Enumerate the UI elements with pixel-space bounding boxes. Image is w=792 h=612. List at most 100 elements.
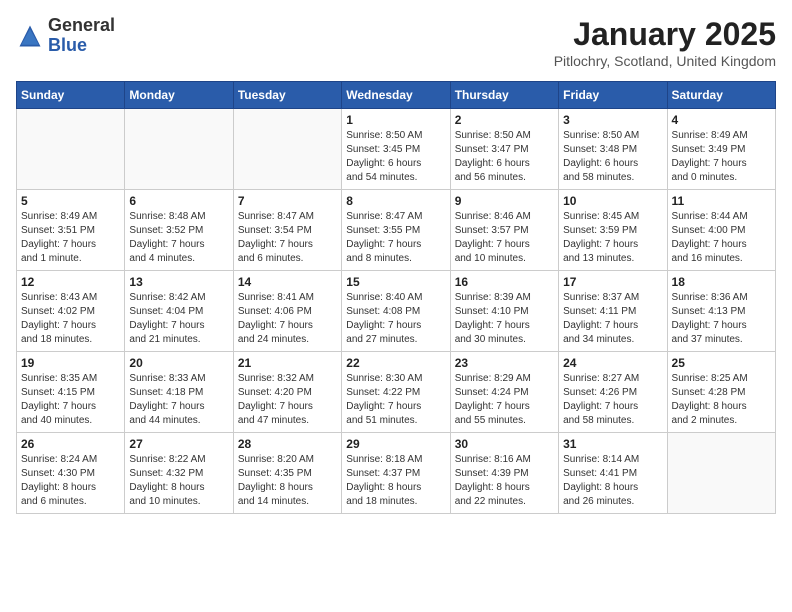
table-row: 14Sunrise: 8:41 AM Sunset: 4:06 PM Dayli… [233, 271, 341, 352]
location: Pitlochry, Scotland, United Kingdom [554, 53, 776, 69]
day-info: Sunrise: 8:46 AM Sunset: 3:57 PM Dayligh… [455, 210, 554, 266]
header-tuesday: Tuesday [233, 82, 341, 109]
table-row: 2 Sunrise: 8:50 AM Sunset: 3:47 PM Daylig… [450, 109, 558, 190]
header-saturday: Saturday [667, 82, 775, 109]
day-info: Sunrise: 8:18 AM Sunset: 4:37 PM Dayligh… [346, 453, 445, 509]
table-row [233, 109, 341, 190]
header-monday: Monday [125, 82, 233, 109]
day-info: Sunrise: 8:40 AM Sunset: 4:08 PM Dayligh… [346, 291, 445, 347]
table-row [17, 109, 125, 190]
table-row: 1 Sunrise: 8:50 AM Sunset: 3:45 PM Daylig… [342, 109, 450, 190]
day-info: Sunrise: 8:24 AM Sunset: 4:30 PM Dayligh… [21, 453, 120, 509]
table-row: 23 Sunrise: 8:29 AM Sunset: 4:24 PM Dayli… [450, 352, 558, 433]
logo-general-text: General [48, 15, 115, 35]
logo-text: General Blue [48, 16, 115, 56]
day-info: Sunrise: 8:37 AM Sunset: 4:11 PM Dayligh… [563, 291, 662, 347]
day-number: 28 [238, 437, 337, 451]
calendar-week-row: 1 Sunrise: 8:50 AM Sunset: 3:45 PM Daylig… [17, 109, 776, 190]
table-row: 6 Sunrise: 8:48 AM Sunset: 3:52 PM Daylig… [125, 190, 233, 271]
page-header: General Blue January 2025 Pitlochry, Sco… [16, 16, 776, 69]
day-number: 31 [563, 437, 662, 451]
day-number: 30 [455, 437, 554, 451]
day-info: Sunrise: 8:39 AM Sunset: 4:10 PM Dayligh… [455, 291, 554, 347]
day-number: 15 [346, 275, 445, 289]
table-row [125, 109, 233, 190]
day-info: Sunrise: 8:50 AM Sunset: 3:45 PM Dayligh… [346, 129, 445, 185]
day-number: 17 [563, 275, 662, 289]
day-number: 13 [129, 275, 228, 289]
day-number: 26 [21, 437, 120, 451]
title-area: January 2025 Pitlochry, Scotland, United… [554, 16, 776, 69]
weekday-header-row: Sunday Monday Tuesday Wednesday Thursday… [17, 82, 776, 109]
day-info: Sunrise: 8:32 AM Sunset: 4:20 PM Dayligh… [238, 372, 337, 428]
table-row: 15 Sunrise: 8:40 AM Sunset: 4:08 PM Dayli… [342, 271, 450, 352]
day-number: 24 [563, 356, 662, 370]
day-info: Sunrise: 8:42 AM Sunset: 4:04 PM Dayligh… [129, 291, 228, 347]
table-row: 22 Sunrise: 8:30 AM Sunset: 4:22 PM Dayli… [342, 352, 450, 433]
table-row: 3Sunrise: 8:50 AM Sunset: 3:48 PM Daylig… [559, 109, 667, 190]
table-row: 17 Sunrise: 8:37 AM Sunset: 4:11 PM Dayli… [559, 271, 667, 352]
table-row: 16Sunrise: 8:39 AM Sunset: 4:10 PM Dayli… [450, 271, 558, 352]
table-row: 27Sunrise: 8:22 AM Sunset: 4:32 PM Dayli… [125, 433, 233, 514]
table-row: 7 Sunrise: 8:47 AM Sunset: 3:54 PM Daylig… [233, 190, 341, 271]
table-row: 8Sunrise: 8:47 AM Sunset: 3:55 PM Daylig… [342, 190, 450, 271]
logo-icon [16, 22, 44, 50]
day-number: 1 [346, 113, 445, 127]
month-title: January 2025 [554, 16, 776, 53]
table-row: 21 Sunrise: 8:32 AM Sunset: 4:20 PM Dayli… [233, 352, 341, 433]
day-info: Sunrise: 8:20 AM Sunset: 4:35 PM Dayligh… [238, 453, 337, 509]
header-sunday: Sunday [17, 82, 125, 109]
header-wednesday: Wednesday [342, 82, 450, 109]
table-row: 13 Sunrise: 8:42 AM Sunset: 4:04 PM Dayli… [125, 271, 233, 352]
day-info: Sunrise: 8:25 AM Sunset: 4:28 PM Dayligh… [672, 372, 771, 428]
table-row: 9 Sunrise: 8:46 AM Sunset: 3:57 PM Daylig… [450, 190, 558, 271]
day-info: Sunrise: 8:30 AM Sunset: 4:22 PM Dayligh… [346, 372, 445, 428]
table-row: 5Sunrise: 8:49 AM Sunset: 3:51 PM Daylig… [17, 190, 125, 271]
calendar-week-row: 5Sunrise: 8:49 AM Sunset: 3:51 PM Daylig… [17, 190, 776, 271]
day-number: 2 [455, 113, 554, 127]
table-row: 19Sunrise: 8:35 AM Sunset: 4:15 PM Dayli… [17, 352, 125, 433]
day-number: 6 [129, 194, 228, 208]
table-row: 12Sunrise: 8:43 AM Sunset: 4:02 PM Dayli… [17, 271, 125, 352]
day-number: 21 [238, 356, 337, 370]
table-row: 30Sunrise: 8:16 AM Sunset: 4:39 PM Dayli… [450, 433, 558, 514]
day-number: 10 [563, 194, 662, 208]
day-info: Sunrise: 8:49 AM Sunset: 3:51 PM Dayligh… [21, 210, 120, 266]
day-number: 7 [238, 194, 337, 208]
day-number: 11 [672, 194, 771, 208]
header-thursday: Thursday [450, 82, 558, 109]
day-info: Sunrise: 8:29 AM Sunset: 4:24 PM Dayligh… [455, 372, 554, 428]
day-number: 29 [346, 437, 445, 451]
day-info: Sunrise: 8:48 AM Sunset: 3:52 PM Dayligh… [129, 210, 228, 266]
table-row: 25Sunrise: 8:25 AM Sunset: 4:28 PM Dayli… [667, 352, 775, 433]
day-info: Sunrise: 8:50 AM Sunset: 3:47 PM Dayligh… [455, 129, 554, 185]
day-info: Sunrise: 8:41 AM Sunset: 4:06 PM Dayligh… [238, 291, 337, 347]
day-info: Sunrise: 8:50 AM Sunset: 3:48 PM Dayligh… [563, 129, 662, 185]
logo: General Blue [16, 16, 115, 56]
day-info: Sunrise: 8:47 AM Sunset: 3:54 PM Dayligh… [238, 210, 337, 266]
day-number: 27 [129, 437, 228, 451]
table-row: 29 Sunrise: 8:18 AM Sunset: 4:37 PM Dayli… [342, 433, 450, 514]
table-row: 26 Sunrise: 8:24 AM Sunset: 4:30 PM Dayli… [17, 433, 125, 514]
calendar-week-row: 19Sunrise: 8:35 AM Sunset: 4:15 PM Dayli… [17, 352, 776, 433]
table-row: 24 Sunrise: 8:27 AM Sunset: 4:26 PM Dayli… [559, 352, 667, 433]
day-info: Sunrise: 8:47 AM Sunset: 3:55 PM Dayligh… [346, 210, 445, 266]
day-number: 18 [672, 275, 771, 289]
day-number: 23 [455, 356, 554, 370]
day-info: Sunrise: 8:43 AM Sunset: 4:02 PM Dayligh… [21, 291, 120, 347]
day-number: 9 [455, 194, 554, 208]
day-info: Sunrise: 8:27 AM Sunset: 4:26 PM Dayligh… [563, 372, 662, 428]
table-row: 11 Sunrise: 8:44 AM Sunset: 4:00 PM Dayli… [667, 190, 775, 271]
day-number: 19 [21, 356, 120, 370]
day-info: Sunrise: 8:44 AM Sunset: 4:00 PM Dayligh… [672, 210, 771, 266]
table-row: 31 Sunrise: 8:14 AM Sunset: 4:41 PM Dayli… [559, 433, 667, 514]
day-info: Sunrise: 8:36 AM Sunset: 4:13 PM Dayligh… [672, 291, 771, 347]
table-row: 28 Sunrise: 8:20 AM Sunset: 4:35 PM Dayli… [233, 433, 341, 514]
day-info: Sunrise: 8:45 AM Sunset: 3:59 PM Dayligh… [563, 210, 662, 266]
day-number: 22 [346, 356, 445, 370]
logo-blue-text: Blue [48, 35, 87, 55]
table-row: 10 Sunrise: 8:45 AM Sunset: 3:59 PM Dayli… [559, 190, 667, 271]
calendar-week-row: 12Sunrise: 8:43 AM Sunset: 4:02 PM Dayli… [17, 271, 776, 352]
calendar-week-row: 26 Sunrise: 8:24 AM Sunset: 4:30 PM Dayli… [17, 433, 776, 514]
day-info: Sunrise: 8:14 AM Sunset: 4:41 PM Dayligh… [563, 453, 662, 509]
